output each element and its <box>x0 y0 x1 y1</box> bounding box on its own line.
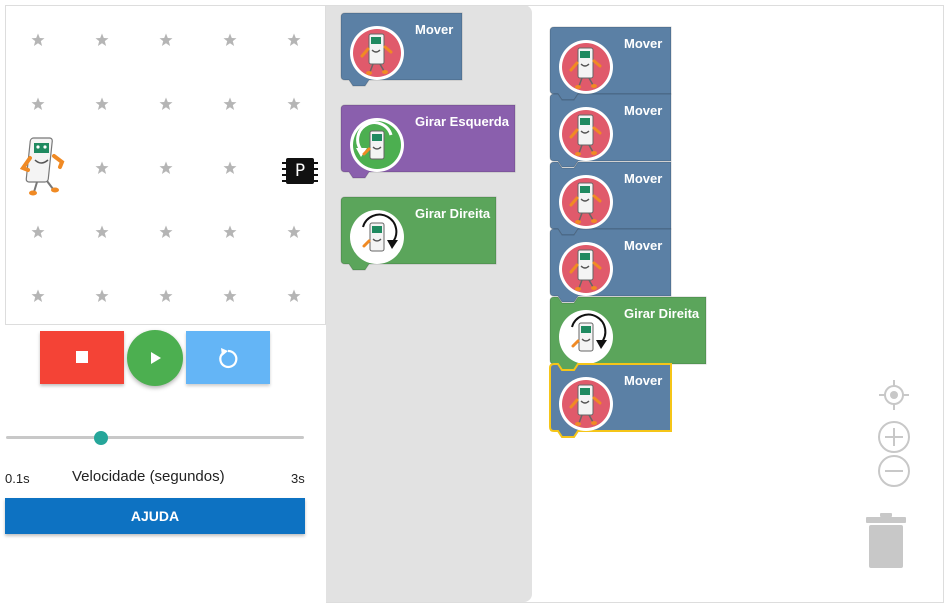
speed-label: Velocidade (segundos) <box>72 468 225 485</box>
robot-move-icon <box>559 175 613 229</box>
star-icon <box>159 161 173 174</box>
star-icon <box>95 33 109 46</box>
game-stage: P <box>5 5 326 325</box>
block-label: Mover <box>624 238 663 253</box>
play-button[interactable] <box>127 330 183 386</box>
workspace-block-mover[interactable]: Mover <box>549 228 672 303</box>
star-icon <box>159 33 173 46</box>
turn-right-icon <box>559 310 613 364</box>
play-triangle-icon <box>151 352 161 364</box>
speed-min-label: 0.1s <box>5 471 30 486</box>
block-label: Girar Direita <box>415 206 491 221</box>
workspace-block-mover[interactable]: Mover <box>549 161 672 236</box>
toolbox-block-girar-esquerda[interactable]: Girar Esquerda <box>340 104 516 179</box>
star-icon <box>287 289 301 302</box>
workspace-block-mover[interactable]: Mover <box>549 93 672 168</box>
star-icon <box>31 289 45 302</box>
block-label: Mover <box>624 103 663 118</box>
star-icon <box>31 225 45 238</box>
star-icon <box>223 33 237 46</box>
block-label: Mover <box>624 171 663 186</box>
block-toolbox <box>326 5 532 602</box>
turn-right-icon <box>350 210 404 264</box>
star-icon <box>31 97 45 110</box>
robot-move-icon <box>559 242 613 296</box>
block-label: Girar Esquerda <box>415 114 509 129</box>
rotate-ccw-icon <box>219 348 238 369</box>
toolbox-block-girar-direita[interactable]: Girar Direita <box>340 196 497 271</box>
star-icon <box>95 289 109 302</box>
star-icon <box>159 97 173 110</box>
star-icon <box>95 161 109 174</box>
help-button[interactable]: AJUDA <box>5 498 305 534</box>
block-label: Mover <box>415 22 454 37</box>
stop-button[interactable] <box>40 331 124 384</box>
robot-sprite <box>19 134 68 196</box>
goal-chip-icon: P <box>282 156 318 186</box>
star-icon <box>95 97 109 110</box>
speed-slider-thumb[interactable] <box>94 431 108 445</box>
reset-button[interactable] <box>186 331 270 384</box>
star-icon <box>287 225 301 238</box>
block-label: Mover <box>624 36 663 51</box>
goal-letter: P <box>294 161 306 181</box>
block-label: Mover <box>624 373 663 388</box>
trash-icon[interactable] <box>865 512 907 570</box>
star-icon <box>159 289 173 302</box>
robot-move-icon <box>350 26 404 80</box>
star-icon <box>223 225 237 238</box>
workspace-block-girar-direita[interactable]: Girar Direita <box>549 296 707 371</box>
speed-max-label: 3s <box>291 471 305 486</box>
star-icon <box>223 289 237 302</box>
star-icon <box>31 33 45 46</box>
zoom-in-icon[interactable] <box>877 420 911 454</box>
toolbox-block-mover[interactable]: Mover <box>340 12 463 87</box>
workspace-block-mover[interactable]: Mover <box>549 26 672 101</box>
stop-square-icon <box>76 351 88 363</box>
turn-left-icon <box>350 118 404 172</box>
star-icon <box>159 225 173 238</box>
recenter-icon[interactable] <box>877 378 911 412</box>
star-icon <box>95 225 109 238</box>
app-root: P 0.1s Velocidade (segundos) 3s AJUDA Mo… <box>0 0 945 606</box>
robot-move-icon <box>559 107 613 161</box>
star-icon <box>287 97 301 110</box>
workspace-block-mover[interactable]: Mover <box>549 363 672 438</box>
zoom-out-icon[interactable] <box>877 454 911 488</box>
robot-move-icon <box>559 377 613 431</box>
star-icon <box>223 161 237 174</box>
star-icon <box>287 33 301 46</box>
star-icon <box>223 97 237 110</box>
speed-slider-track[interactable] <box>6 436 304 439</box>
block-label: Girar Direita <box>624 306 700 321</box>
robot-move-icon <box>559 40 613 94</box>
